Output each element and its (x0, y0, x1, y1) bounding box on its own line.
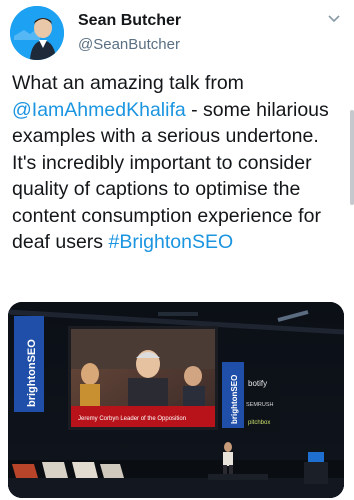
sponsor-2: SEMRUSH (246, 402, 274, 408)
tweet-text-part-1: What an amazing talk from (12, 72, 244, 94)
banner-right-text: brightonSEO (230, 375, 239, 424)
avatar-image (10, 6, 64, 60)
tweet-text-part-2: - some hilarious examples with a serious… (12, 98, 329, 254)
left-banner: brightonSEO (14, 316, 44, 412)
sponsor-3: pitchbox (248, 420, 270, 426)
hashtag-link[interactable]: #BrightonSEO (108, 231, 233, 253)
right-banner: brightonSEO (222, 362, 244, 428)
display-name[interactable]: Sean Butcher (78, 12, 181, 30)
avatar[interactable] (10, 6, 64, 60)
banner-left-text: brightonSEO (26, 339, 38, 407)
sponsor-board: botify SEMRUSH pitchbox (244, 372, 280, 432)
projection-screen: Jeremy Corbyn Leader of the Opposition (68, 326, 218, 430)
tweet-text: What an amazing talk from @IamAhmedKhali… (12, 70, 346, 256)
user-handle[interactable]: @SeanButcher (78, 36, 180, 53)
tweet-header: Sean Butcher @SeanButcher (10, 6, 344, 60)
mention-link[interactable]: @IamAhmedKhalifa (12, 99, 186, 121)
scrollbar[interactable] (350, 110, 354, 205)
sponsor-1: botify (248, 379, 267, 388)
chevron-down-icon[interactable] (326, 10, 342, 26)
screen-caption: Jeremy Corbyn Leader of the Opposition (78, 416, 186, 422)
tweet-photo[interactable]: brightonSEO Jeremy Corbyn Leader of the … (8, 302, 344, 498)
stage-photo: brightonSEO Jeremy Corbyn Leader of the … (8, 302, 344, 498)
